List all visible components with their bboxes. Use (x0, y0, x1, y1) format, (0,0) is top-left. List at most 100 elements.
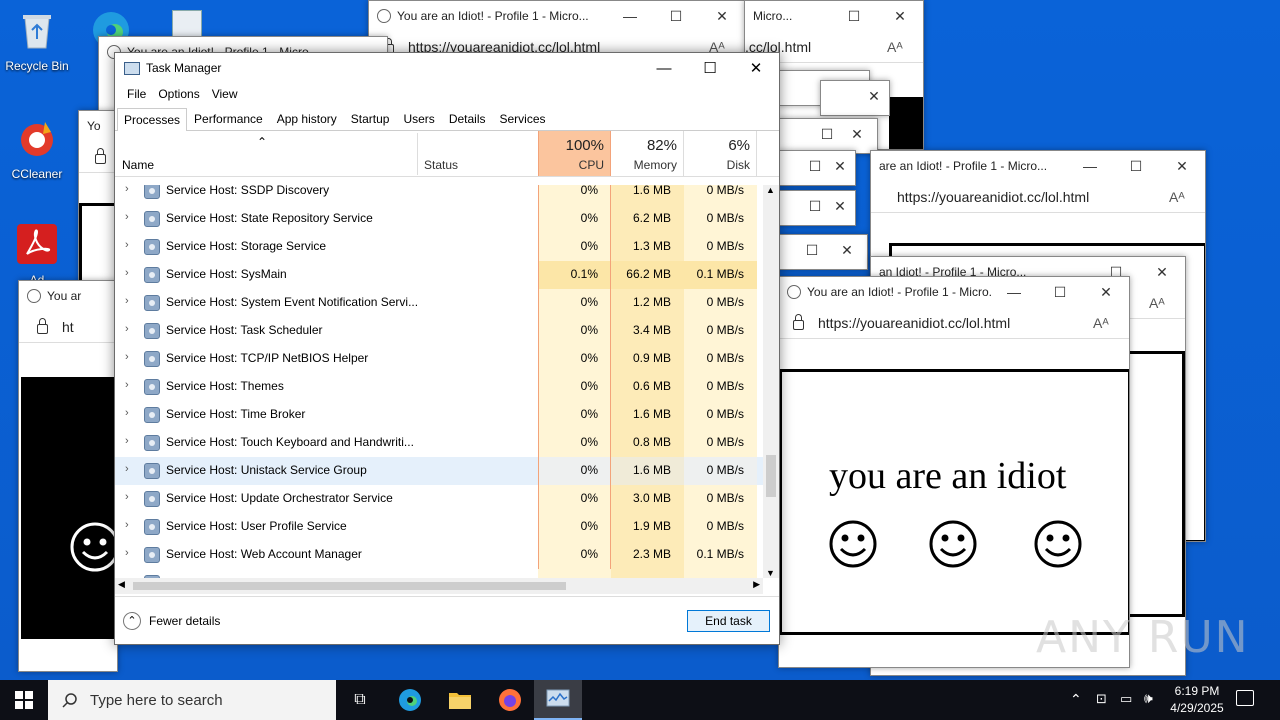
tab-processes[interactable]: Processes (117, 108, 188, 131)
minimize-icon[interactable]: — (641, 60, 687, 77)
scroll-thumb[interactable] (133, 582, 566, 590)
tab-details[interactable]: Details (442, 107, 493, 130)
close-icon[interactable]: ✕ (825, 158, 855, 175)
read-aloud-icon[interactable]: Aᴬ (1149, 295, 1185, 311)
firefox-icon[interactable] (486, 680, 534, 720)
menu-file[interactable]: File (121, 87, 152, 101)
close-icon[interactable]: ✕ (1083, 284, 1129, 301)
table-row[interactable]: › Service Host: SysMain 0.1% 66.2 MB 0.1 MB/… (115, 261, 763, 289)
stacked-window[interactable]: ☐ ✕ (778, 150, 856, 186)
expand-chevron-icon[interactable]: › (125, 267, 133, 279)
table-row[interactable]: › Service Host: System Event Notification… (115, 289, 763, 317)
tab-users[interactable]: Users (396, 107, 441, 130)
network-icon[interactable]: ⊡ (1096, 691, 1107, 707)
maximize-icon[interactable]: ☐ (831, 8, 877, 25)
expand-chevron-icon[interactable]: › (125, 351, 133, 363)
vertical-scrollbar[interactable]: ▲ ▼ (763, 185, 779, 578)
maximize-icon[interactable]: ☐ (817, 126, 837, 143)
expand-chevron-icon[interactable]: › (125, 323, 133, 335)
start-button[interactable] (0, 680, 48, 720)
stacked-window[interactable]: ☐ ✕ (778, 234, 868, 270)
read-aloud-icon[interactable]: Aᴬ (887, 39, 923, 55)
stacked-window[interactable]: ✕ (820, 80, 890, 116)
fewer-details-link[interactable]: Fewer details (149, 614, 220, 628)
ethernet-icon[interactable]: ▭ (1120, 691, 1132, 707)
column-status[interactable]: Status (424, 158, 458, 172)
close-icon[interactable]: ✕ (877, 8, 923, 25)
close-icon[interactable]: ✕ (859, 88, 889, 105)
horizontal-scrollbar[interactable]: ◀ ▶ (115, 578, 763, 594)
close-icon[interactable]: ✕ (1159, 158, 1205, 175)
minimize-icon[interactable]: — (1067, 158, 1113, 174)
maximize-icon[interactable]: ☐ (1113, 158, 1159, 175)
fewer-details-chevron-icon[interactable]: ⌃ (123, 612, 141, 630)
maximize-icon[interactable]: ☐ (805, 198, 825, 215)
show-hidden-icons-chevron-icon[interactable]: ⌃ (1070, 691, 1082, 708)
table-row[interactable]: › Service Host: User Profile Service 0% 1.9… (115, 513, 763, 541)
close-icon[interactable]: ✕ (827, 242, 867, 259)
recycle-bin-icon[interactable]: Recycle Bin (2, 8, 72, 73)
table-row[interactable]: › Service Host: Touch Keyboard and Handwr… (115, 429, 763, 457)
maximize-icon[interactable]: ☐ (805, 158, 825, 175)
maximize-icon[interactable]: ☐ (1037, 284, 1083, 301)
expand-chevron-icon[interactable]: › (125, 379, 133, 391)
clock[interactable]: 6:19 PM 4/29/2025 (1164, 683, 1230, 717)
read-aloud-icon[interactable]: Aᴬ (1169, 189, 1205, 205)
table-row[interactable]: › Service Host: SSDP Discovery 0% 1.6 MB 0 M… (115, 185, 763, 205)
expand-chevron-icon[interactable]: › (125, 519, 133, 531)
address-bar[interactable]: ht (62, 319, 117, 335)
tab-app-history[interactable]: App history (270, 107, 344, 130)
task-manager-taskbar-icon[interactable] (534, 680, 582, 720)
expand-chevron-icon[interactable]: › (125, 239, 133, 251)
close-icon[interactable]: ✕ (733, 59, 779, 77)
close-icon[interactable]: ✕ (1139, 264, 1185, 281)
scroll-down-icon[interactable]: ▼ (766, 568, 775, 578)
table-row[interactable]: › Service Host: Update Orchestrator Servi… (115, 485, 763, 513)
tab-startup[interactable]: Startup (344, 107, 397, 130)
expand-chevron-icon[interactable]: › (125, 185, 133, 195)
notifications-icon[interactable] (1236, 690, 1254, 706)
table-row[interactable]: › Service Host: TCP/IP NetBIOS Helper 0% 0.… (115, 345, 763, 373)
table-row[interactable]: › Service Host: Themes 0% 0.6 MB 0 MB/s (115, 373, 763, 401)
search-box[interactable]: Type here to search (48, 680, 336, 720)
close-icon[interactable]: ✕ (837, 126, 877, 143)
column-disk[interactable]: 6% Disk (684, 131, 757, 176)
maximize-icon[interactable]: ☐ (797, 242, 827, 259)
scroll-right-icon[interactable]: ▶ (753, 579, 760, 590)
minimize-icon[interactable]: — (991, 284, 1037, 300)
task-manager-window[interactable]: Task Manager — ☐ ✕ File Options View Pro… (114, 52, 780, 645)
file-explorer-icon[interactable] (436, 680, 484, 720)
maximize-icon[interactable]: ☐ (653, 8, 699, 25)
read-aloud-icon[interactable]: Aᴬ (1093, 315, 1129, 331)
menu-options[interactable]: Options (152, 87, 205, 101)
close-icon[interactable]: ✕ (699, 8, 745, 25)
maximize-icon[interactable]: ☐ (687, 59, 733, 77)
table-row[interactable]: › Service Host: Web Account Manager 0% 2.3 … (115, 541, 763, 569)
tab-performance[interactable]: Performance (187, 107, 270, 130)
table-row[interactable]: › Service Host: Storage Service 0% 1.3 MB 0 … (115, 233, 763, 261)
volume-icon[interactable]: 🕪 (1144, 690, 1153, 707)
tab-services[interactable]: Services (493, 107, 553, 130)
scroll-up-icon[interactable]: ▲ (766, 185, 775, 195)
browser-window-left-black[interactable]: You ar ht (18, 280, 118, 672)
acrobat-icon[interactable]: Ad (2, 222, 72, 287)
minimize-icon[interactable]: — (607, 8, 653, 24)
task-view-icon[interactable]: ⧉ (336, 680, 384, 720)
stacked-window[interactable]: ☐ ✕ (778, 190, 856, 226)
stacked-window[interactable]: ☐ ✕ (778, 118, 878, 154)
table-row[interactable] (115, 569, 763, 578)
scroll-left-icon[interactable]: ◀ (118, 579, 125, 590)
column-memory[interactable]: 82% Memory (611, 131, 684, 176)
expand-chevron-icon[interactable]: › (125, 435, 133, 447)
edge-taskbar-icon[interactable] (386, 680, 434, 720)
expand-chevron-icon[interactable]: › (125, 295, 133, 307)
browser-window-front[interactable]: You are an Idiot! - Profile 1 - Micro...… (778, 276, 1130, 668)
expand-chevron-icon[interactable]: › (125, 211, 133, 223)
table-row[interactable]: › Service Host: State Repository Service 0… (115, 205, 763, 233)
table-row[interactable]: › Service Host: Unistack Service Group 0% 1… (115, 457, 763, 485)
address-bar[interactable]: https://youareanidiot.cc/lol.html (818, 315, 1093, 331)
table-row[interactable]: › Service Host: Time Broker 0% 1.6 MB 0 MB/s (115, 401, 763, 429)
ccleaner-icon[interactable]: CCleaner (2, 116, 72, 181)
address-bar[interactable]: https://youareanidiot.cc/lol.html (897, 189, 1169, 205)
expand-chevron-icon[interactable]: › (125, 463, 133, 475)
